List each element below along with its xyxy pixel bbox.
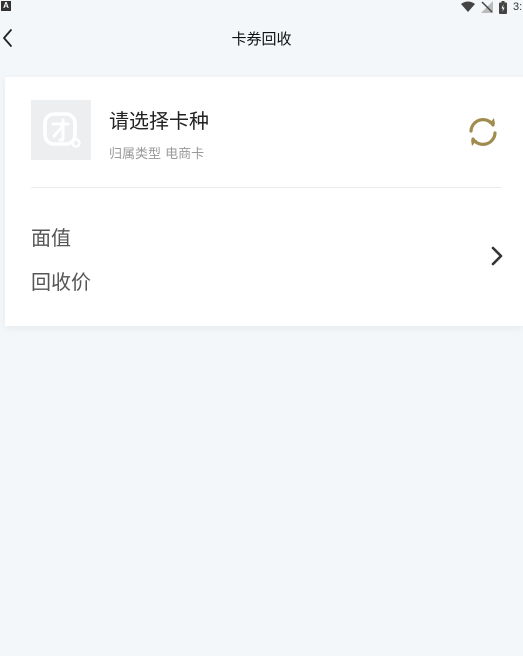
battery-icon — [499, 0, 507, 14]
card-logo-icon — [43, 112, 81, 148]
status-bar: A 3: — [0, 0, 523, 16]
refresh-button[interactable] — [465, 114, 501, 150]
value-details-row[interactable]: 面值 回收价 — [5, 188, 523, 326]
card-type-title: 请选择卡种 — [109, 109, 209, 133]
card-type-subtitle: 归属类型 电商卡 — [109, 147, 205, 162]
status-time: 3: — [513, 1, 523, 13]
page-title: 卡券回收 — [231, 30, 292, 48]
select-card-type-row[interactable]: 请选择卡种 归属类型 电商卡 — [5, 77, 523, 187]
header: 卡券回收 — [0, 18, 523, 58]
app-notification-icon: A — [1, 1, 11, 11]
no-signal-icon — [481, 1, 493, 13]
face-value-label: 面值 — [31, 226, 71, 250]
refresh-icon — [469, 118, 497, 146]
chevron-right-icon — [491, 246, 503, 266]
recycle-price-label: 回收价 — [31, 270, 91, 294]
card-type-logo — [31, 100, 91, 160]
wifi-icon — [461, 1, 475, 12]
card-recycle-panel: 请选择卡种 归属类型 电商卡 面值 回收价 — [5, 77, 523, 326]
status-icons: 3: — [461, 0, 523, 14]
